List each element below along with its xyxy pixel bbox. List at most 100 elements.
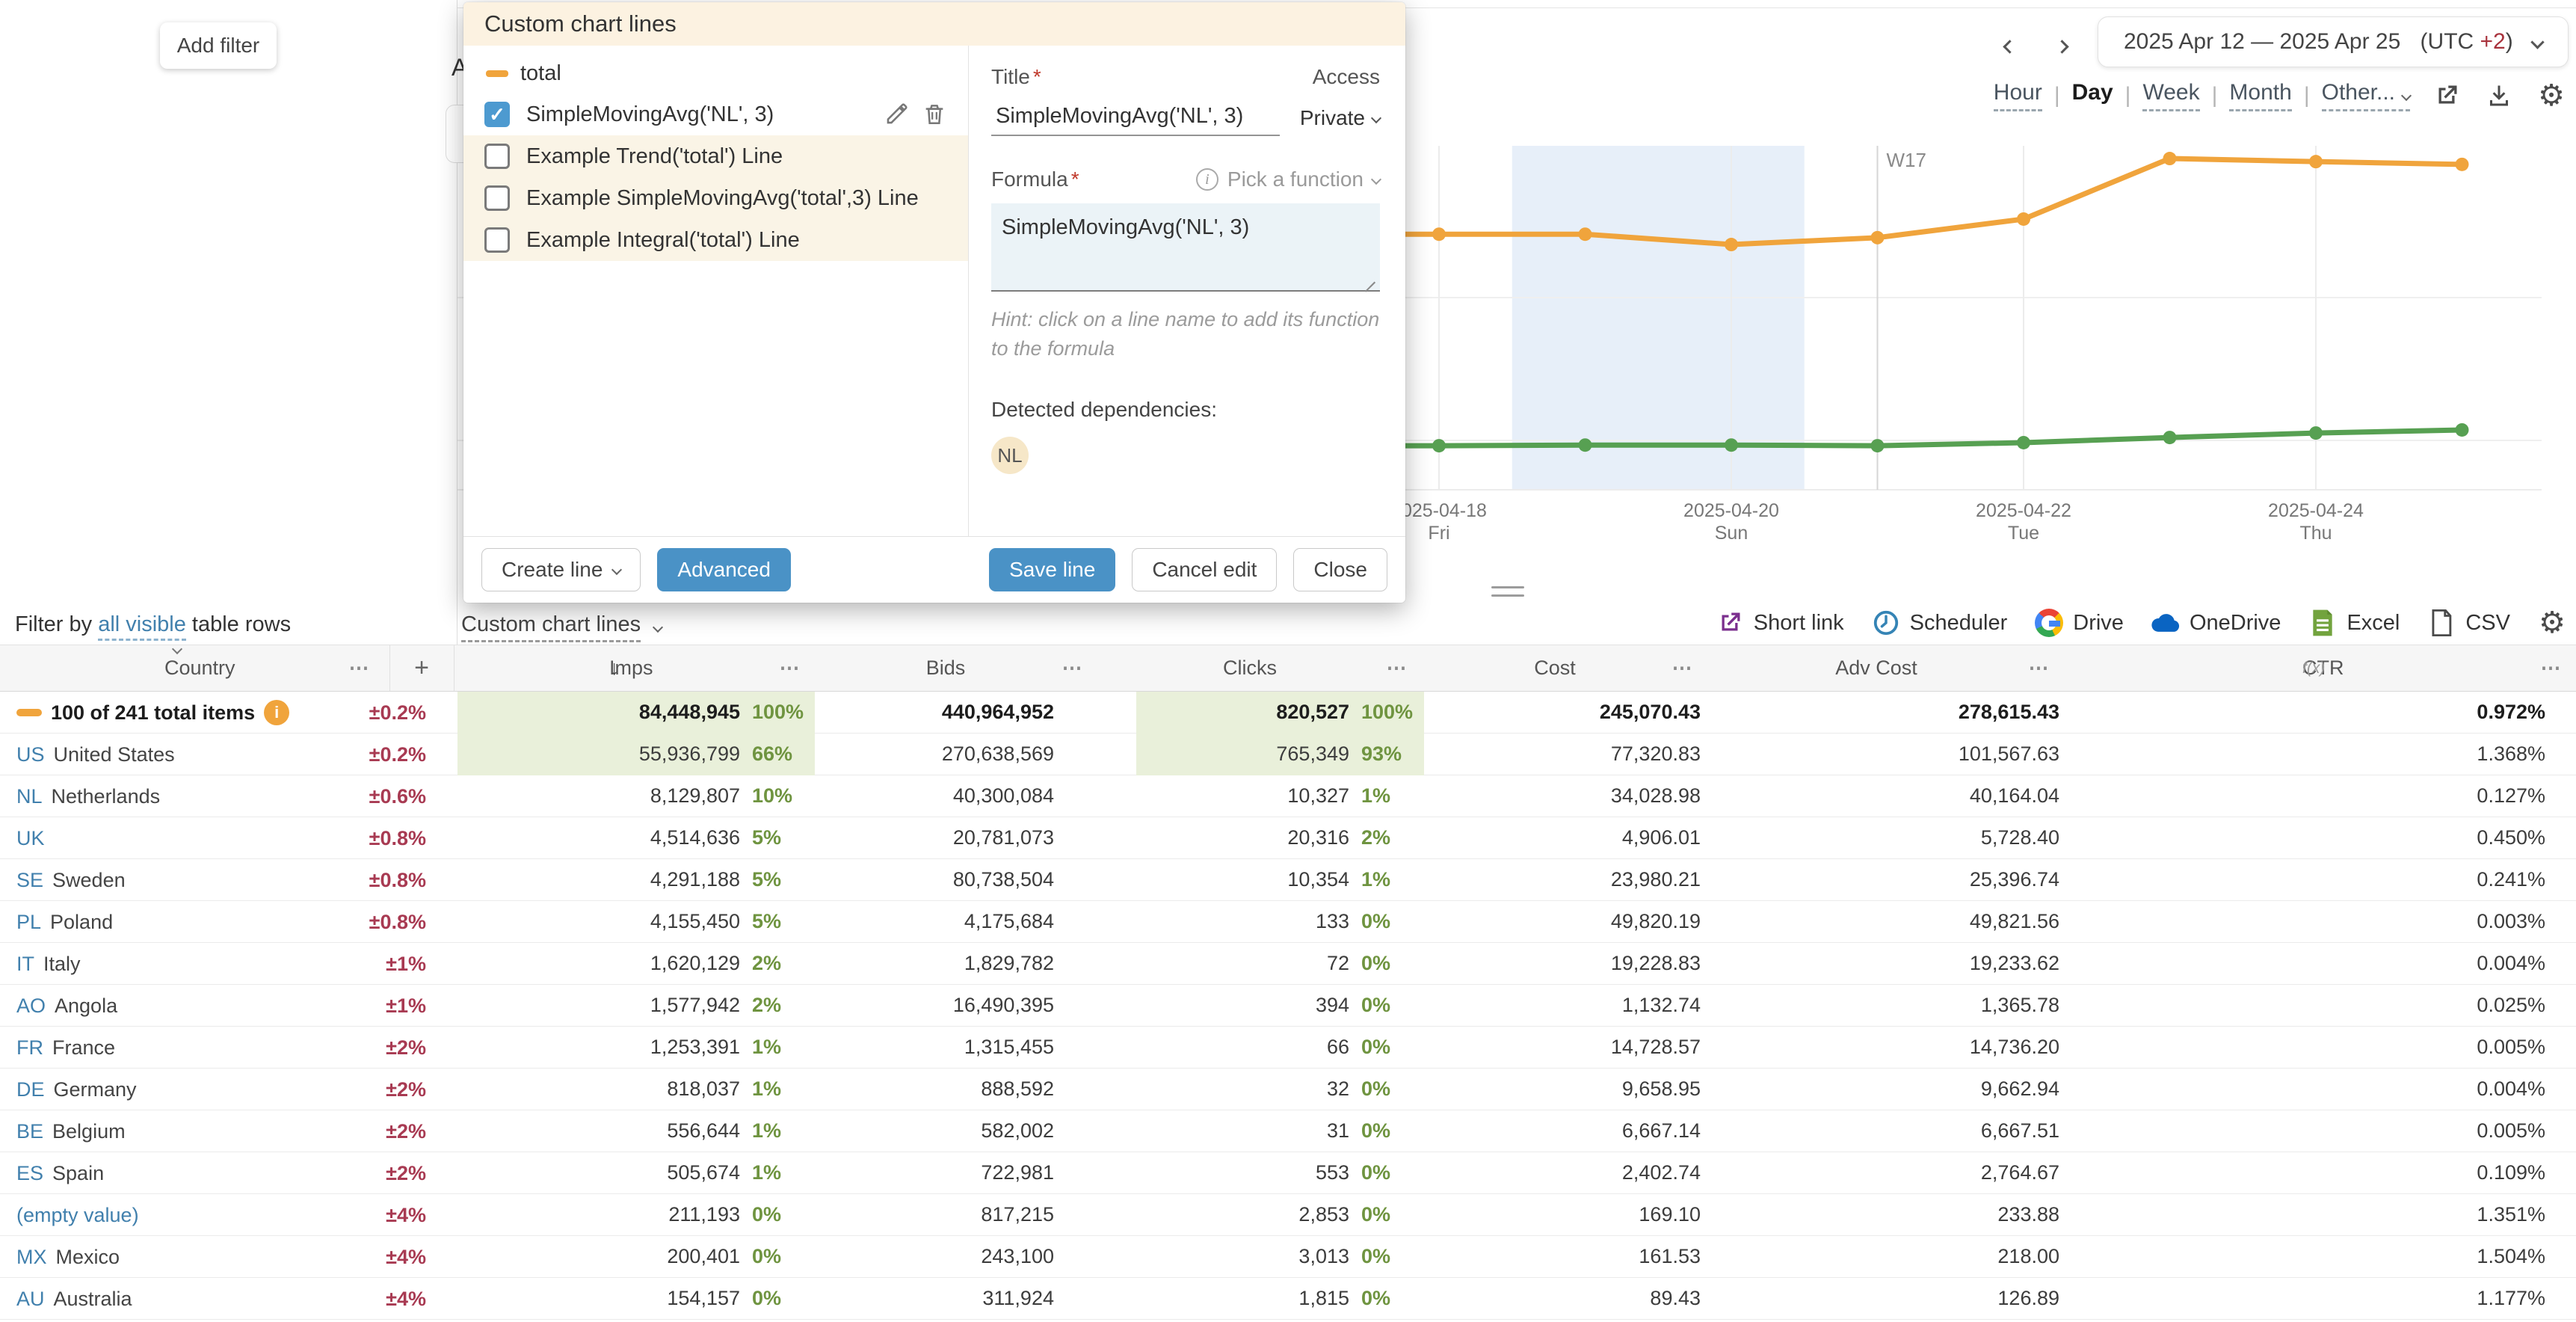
total-series-line[interactable] bbox=[1301, 159, 2462, 245]
country-code-link[interactable]: DE bbox=[16, 1078, 45, 1101]
country-cell[interactable]: FRFrance bbox=[0, 1036, 329, 1060]
country-code-link[interactable]: SE bbox=[16, 869, 43, 892]
data-point[interactable] bbox=[2309, 426, 2323, 440]
imps-column-menu[interactable]: ⋯ bbox=[771, 645, 808, 691]
excel-button[interactable]: Excel bbox=[2308, 608, 2400, 638]
column-header-bids[interactable]: Bids bbox=[815, 645, 1076, 691]
add-filter-button[interactable]: Add filter bbox=[160, 22, 277, 69]
cost-column-menu[interactable]: ⋯ bbox=[1663, 645, 1701, 691]
data-point[interactable] bbox=[1432, 439, 1446, 452]
data-point[interactable] bbox=[2017, 212, 2030, 226]
column-header-cost[interactable]: Cost bbox=[1424, 645, 1686, 691]
custom-chart-lines-toggle[interactable]: Custom chart lines bbox=[461, 612, 662, 637]
chart-line-item[interactable]: Example Integral('total') Line bbox=[463, 219, 968, 261]
resize-handle[interactable] bbox=[1491, 586, 1524, 603]
country-cell[interactable]: MXMexico bbox=[0, 1246, 329, 1269]
country-cell[interactable]: USUnited States bbox=[0, 743, 329, 766]
country-code-link[interactable]: AO bbox=[16, 994, 46, 1018]
chart-settings-button[interactable]: ⚙ bbox=[2536, 80, 2567, 111]
table-row[interactable]: SESweden±0.8%4,291,1885%80,738,50410,354… bbox=[0, 859, 2576, 901]
edit-pencil-icon[interactable] bbox=[884, 101, 911, 128]
resize-grip-icon[interactable] bbox=[1362, 271, 1375, 284]
table-row[interactable]: MXMexico±4%200,4010%243,1003,0130%161.53… bbox=[0, 1236, 2576, 1278]
interval-hour[interactable]: Hour bbox=[1994, 80, 2042, 111]
country-column-menu[interactable]: ⋯ bbox=[338, 645, 380, 691]
data-point[interactable] bbox=[2017, 436, 2030, 449]
data-point[interactable] bbox=[2163, 431, 2177, 444]
all-visible-link[interactable]: all visible bbox=[98, 612, 186, 641]
table-settings-button[interactable]: ⚙ bbox=[2537, 608, 2567, 638]
delete-trash-icon[interactable] bbox=[922, 101, 949, 128]
open-in-new-button[interactable] bbox=[2431, 80, 2462, 111]
data-point[interactable] bbox=[2309, 155, 2323, 168]
chart-line-label[interactable]: Example Trend('total') Line bbox=[526, 144, 949, 169]
close-button[interactable]: Close bbox=[1293, 548, 1387, 591]
data-point[interactable] bbox=[2163, 152, 2177, 165]
table-row[interactable]: AUAustralia±4%154,1570%311,9241,8150%89.… bbox=[0, 1278, 2576, 1320]
country-code-link[interactable]: US bbox=[16, 743, 45, 766]
date-range-picker[interactable]: 2025 Apr 12 — 2025 Apr 25 (UTC +2) bbox=[2098, 16, 2569, 67]
advanced-button[interactable]: Advanced bbox=[657, 548, 791, 591]
country-code-link[interactable]: UK bbox=[16, 827, 45, 850]
bids-column-menu[interactable]: ⋯ bbox=[1053, 645, 1091, 691]
checkbox-unchecked-icon[interactable] bbox=[484, 185, 510, 211]
country-cell[interactable]: AOAngola bbox=[0, 994, 329, 1018]
pick-function-dropdown[interactable]: i Pick a function bbox=[1196, 167, 1380, 191]
country-code-link[interactable]: NL bbox=[16, 785, 43, 808]
country-code-link[interactable]: FR bbox=[16, 1036, 43, 1060]
table-row[interactable]: FRFrance±2%1,253,3911%1,315,455660%14,72… bbox=[0, 1027, 2576, 1069]
total-row[interactable]: 100 of 241 total itemsi±0.2%84,448,94510… bbox=[0, 692, 2576, 734]
data-point[interactable] bbox=[1725, 438, 1738, 452]
country-cell[interactable]: SESweden bbox=[0, 869, 329, 892]
country-code-link[interactable]: AU bbox=[16, 1288, 45, 1311]
data-point[interactable] bbox=[1579, 438, 1592, 452]
chart-line-label[interactable]: Example Integral('total') Line bbox=[526, 228, 949, 253]
interval-other[interactable]: Other... bbox=[2322, 80, 2410, 111]
data-point[interactable] bbox=[1871, 231, 1885, 245]
column-header-clicks[interactable]: Clicks bbox=[1136, 645, 1364, 691]
table-row[interactable]: AOAngola±1%1,577,9422%16,490,3953940%1,1… bbox=[0, 985, 2576, 1027]
date-next-button[interactable] bbox=[2047, 33, 2077, 63]
country-code-link[interactable]: IT bbox=[16, 953, 34, 976]
checkbox-unchecked-icon[interactable] bbox=[484, 227, 510, 253]
date-prev-button[interactable] bbox=[1994, 33, 2024, 63]
data-point[interactable] bbox=[1725, 238, 1738, 251]
table-row[interactable]: (empty value)±4%211,1930%817,2152,8530%1… bbox=[0, 1194, 2576, 1236]
country-cell[interactable]: (empty value) bbox=[0, 1204, 329, 1227]
chart-line-item[interactable]: Example Trend('total') Line bbox=[463, 135, 968, 177]
table-row[interactable]: USUnited States±0.2%55,936,79966%270,638… bbox=[0, 734, 2576, 775]
checkbox-checked-icon[interactable]: ✓ bbox=[484, 102, 510, 127]
empty-value-link[interactable]: (empty value) bbox=[16, 1204, 139, 1227]
interval-week[interactable]: Week bbox=[2142, 80, 2199, 111]
interval-day[interactable]: Day bbox=[2072, 80, 2113, 111]
add-column-button[interactable]: + bbox=[390, 645, 453, 691]
drive-button[interactable]: Drive bbox=[2034, 608, 2124, 638]
download-button[interactable] bbox=[2483, 80, 2515, 111]
series-legend-label[interactable]: total bbox=[520, 61, 561, 86]
chart-line-label[interactable]: SimpleMovingAvg('NL', 3) bbox=[526, 102, 874, 127]
data-point[interactable] bbox=[2456, 423, 2469, 437]
ctr-column-menu[interactable]: ⋯ bbox=[2530, 645, 2571, 691]
cancel-edit-button[interactable]: Cancel edit bbox=[1132, 548, 1277, 591]
country-cell[interactable]: ITItaly bbox=[0, 953, 329, 976]
create-line-button[interactable]: Create line bbox=[481, 548, 641, 591]
save-line-button[interactable]: Save line bbox=[989, 548, 1115, 591]
table-row[interactable]: NLNetherlands±0.6%8,129,80710%40,300,084… bbox=[0, 775, 2576, 817]
country-code-link[interactable]: ES bbox=[16, 1162, 43, 1185]
country-code-link[interactable]: MX bbox=[16, 1246, 47, 1269]
country-cell[interactable]: NLNetherlands bbox=[0, 785, 329, 808]
csv-button[interactable]: CSV bbox=[2426, 608, 2510, 638]
dependency-chip[interactable]: NL bbox=[991, 437, 1029, 474]
table-row[interactable]: PLPoland±0.8%4,155,4505%4,175,6841330%49… bbox=[0, 901, 2576, 943]
title-input[interactable]: SimpleMovingAvg('NL', 3) bbox=[991, 101, 1280, 136]
country-cell[interactable]: BEBelgium bbox=[0, 1120, 329, 1143]
country-code-link[interactable]: BE bbox=[16, 1120, 43, 1143]
clicks-column-menu[interactable]: ⋯ bbox=[1378, 645, 1415, 691]
country-cell[interactable]: DEGermany bbox=[0, 1078, 329, 1101]
scheduler-button[interactable]: Scheduler bbox=[1871, 608, 2008, 638]
data-point[interactable] bbox=[1579, 227, 1592, 241]
adv-cost-column-menu[interactable]: ⋯ bbox=[2020, 645, 2057, 691]
table-row[interactable]: DEGermany±2%818,0371%888,592320%9,658.95… bbox=[0, 1069, 2576, 1110]
data-point[interactable] bbox=[1432, 227, 1446, 241]
short-link-button[interactable]: Short link bbox=[1715, 608, 1844, 638]
